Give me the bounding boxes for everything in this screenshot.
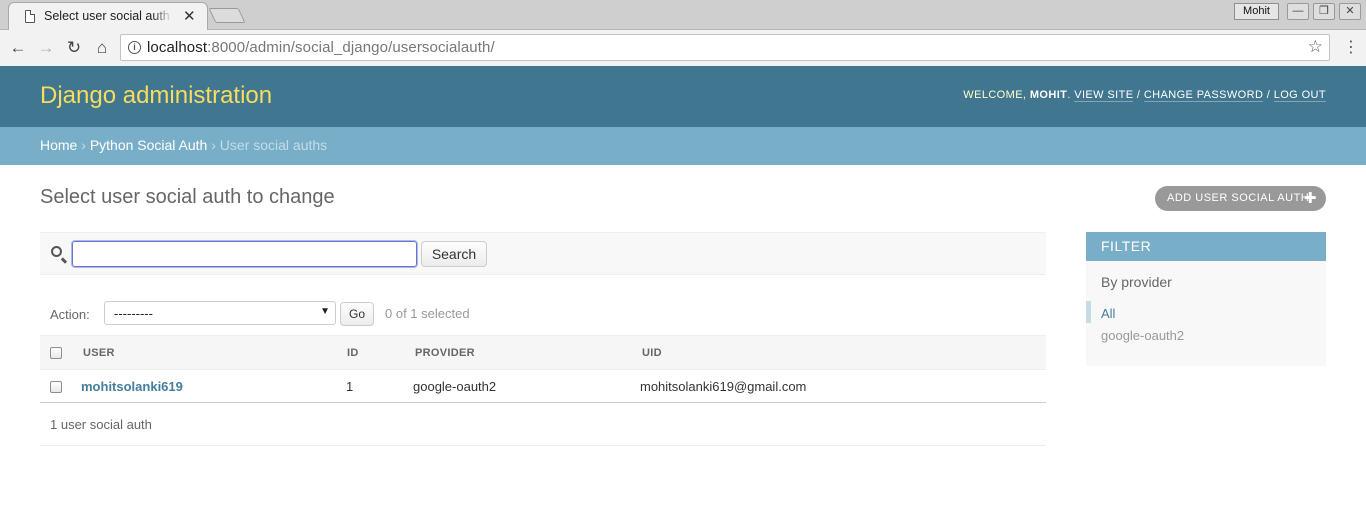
address-bar[interactable]: i localhost:8000/admin/social_django/use… [120, 34, 1330, 61]
breadcrumb-home[interactable]: Home [40, 137, 77, 153]
username: MOHIT [1029, 89, 1068, 101]
search-button[interactable]: Search [421, 241, 487, 267]
site-branding[interactable]: Django administration [40, 82, 272, 110]
results-table: USER ID PROVIDER UID mohitsolanki619 1 g… [40, 335, 1046, 403]
action-counter: 0 of 1 selected [385, 306, 470, 321]
column-header-id[interactable]: ID [345, 335, 413, 370]
bookmark-star-icon[interactable]: ☆ [1308, 37, 1323, 57]
browser-titlebar: Select user social auth to change ✕ Mohi… [0, 0, 1366, 30]
filter-option-all[interactable]: All [1101, 306, 1115, 321]
url-host: localhost [147, 39, 208, 56]
tab-title: Select user social auth to change [44, 9, 172, 23]
back-arrow-icon[interactable]: ← [6, 36, 30, 60]
browser-toolbar: ← → ↻ ⌂ i localhost:8000/admin/social_dj… [0, 30, 1366, 66]
new-tab-button[interactable] [208, 8, 246, 23]
actions-bar: Action: --------- ▼ Go 0 of 1 selected [40, 297, 1046, 333]
filter-by-provider-label: By provider [1101, 274, 1172, 290]
breadcrumb-current: User social auths [219, 137, 328, 153]
add-button-label: ADD USER SOCIAL AUTH [1167, 192, 1310, 204]
filter-heading: FILTER [1086, 232, 1326, 261]
browser-menu-icon[interactable]: ⋮ [1343, 37, 1359, 57]
breadcrumb-separator: › [77, 137, 90, 153]
cell-provider: google-oauth2 [413, 369, 640, 403]
separator: / [1133, 89, 1144, 101]
document-icon [25, 10, 35, 23]
search-icon [51, 246, 62, 257]
url-path: :8000/admin/social_django/usersocialauth… [207, 39, 495, 56]
forward-arrow-icon[interactable]: → [34, 36, 58, 60]
welcome-text: WELCOME, [963, 89, 1027, 101]
user-tools: WELCOME, MOHIT. VIEW SITE / CHANGE PASSW… [963, 89, 1326, 102]
action-selected-value: --------- [114, 306, 153, 321]
home-icon[interactable]: ⌂ [90, 36, 114, 60]
search-input[interactable] [71, 240, 418, 268]
breadcrumb: Home › Python Social Auth › User social … [0, 127, 1366, 165]
user-link[interactable]: mohitsolanki619 [81, 379, 183, 394]
selected-indicator [1086, 301, 1091, 323]
paginator: 1 user social auth [40, 403, 1046, 446]
search-toolbar: Search [40, 232, 1046, 275]
action-select[interactable]: --------- ▼ [104, 301, 336, 325]
go-button[interactable]: Go [340, 302, 374, 326]
row-checkbox[interactable] [50, 381, 62, 394]
close-window-button[interactable]: ✕ [1339, 3, 1361, 20]
cell-id: 1 [345, 369, 413, 403]
info-icon[interactable]: i [128, 41, 141, 54]
change-password-link[interactable]: CHANGE PASSWORD [1143, 89, 1264, 102]
view-site-link[interactable]: VIEW SITE [1074, 89, 1134, 102]
profile-button[interactable]: Mohit [1234, 3, 1279, 20]
admin-header: Django administration WELCOME, MOHIT. VI… [0, 66, 1366, 127]
minimize-button[interactable]: — [1287, 3, 1309, 20]
breadcrumb-app[interactable]: Python Social Auth [90, 137, 208, 153]
column-header-user[interactable]: USER [81, 335, 345, 370]
restore-button[interactable]: ❐ [1313, 3, 1335, 20]
select-all-cell [40, 335, 81, 370]
column-header-provider[interactable]: PROVIDER [413, 335, 640, 370]
browser-tab[interactable]: Select user social auth to change ✕ [8, 2, 208, 30]
reload-icon[interactable]: ↻ [62, 36, 86, 60]
filter-option-google-oauth2[interactable]: google-oauth2 [1101, 328, 1184, 343]
filter-panel: FILTER By provider All google-oauth2 [1086, 232, 1326, 366]
close-tab-icon[interactable]: ✕ [183, 7, 196, 25]
table-header-row: USER ID PROVIDER UID [40, 335, 1046, 370]
select-all-checkbox[interactable] [50, 346, 62, 359]
log-out-link[interactable]: LOG OUT [1273, 89, 1326, 102]
breadcrumb-separator: › [207, 137, 220, 153]
plus-icon: ✚ [1303, 190, 1317, 207]
row-select-cell [40, 369, 81, 403]
separator: / [1263, 89, 1274, 101]
url-text: localhost:8000/admin/social_django/users… [147, 39, 495, 56]
action-label: Action: [50, 307, 90, 322]
cell-uid: mohitsolanki619@gmail.com [640, 369, 1046, 403]
table-row: mohitsolanki619 1 google-oauth2 mohitsol… [40, 369, 1046, 403]
cell-user: mohitsolanki619 [81, 369, 345, 403]
dropdown-caret-icon: ▼ [320, 306, 330, 317]
page-title: Select user social auth to change [40, 186, 335, 208]
column-header-uid[interactable]: UID [640, 335, 1046, 370]
add-user-social-auth-button[interactable]: ADD USER SOCIAL AUTH ✚ [1155, 186, 1326, 211]
